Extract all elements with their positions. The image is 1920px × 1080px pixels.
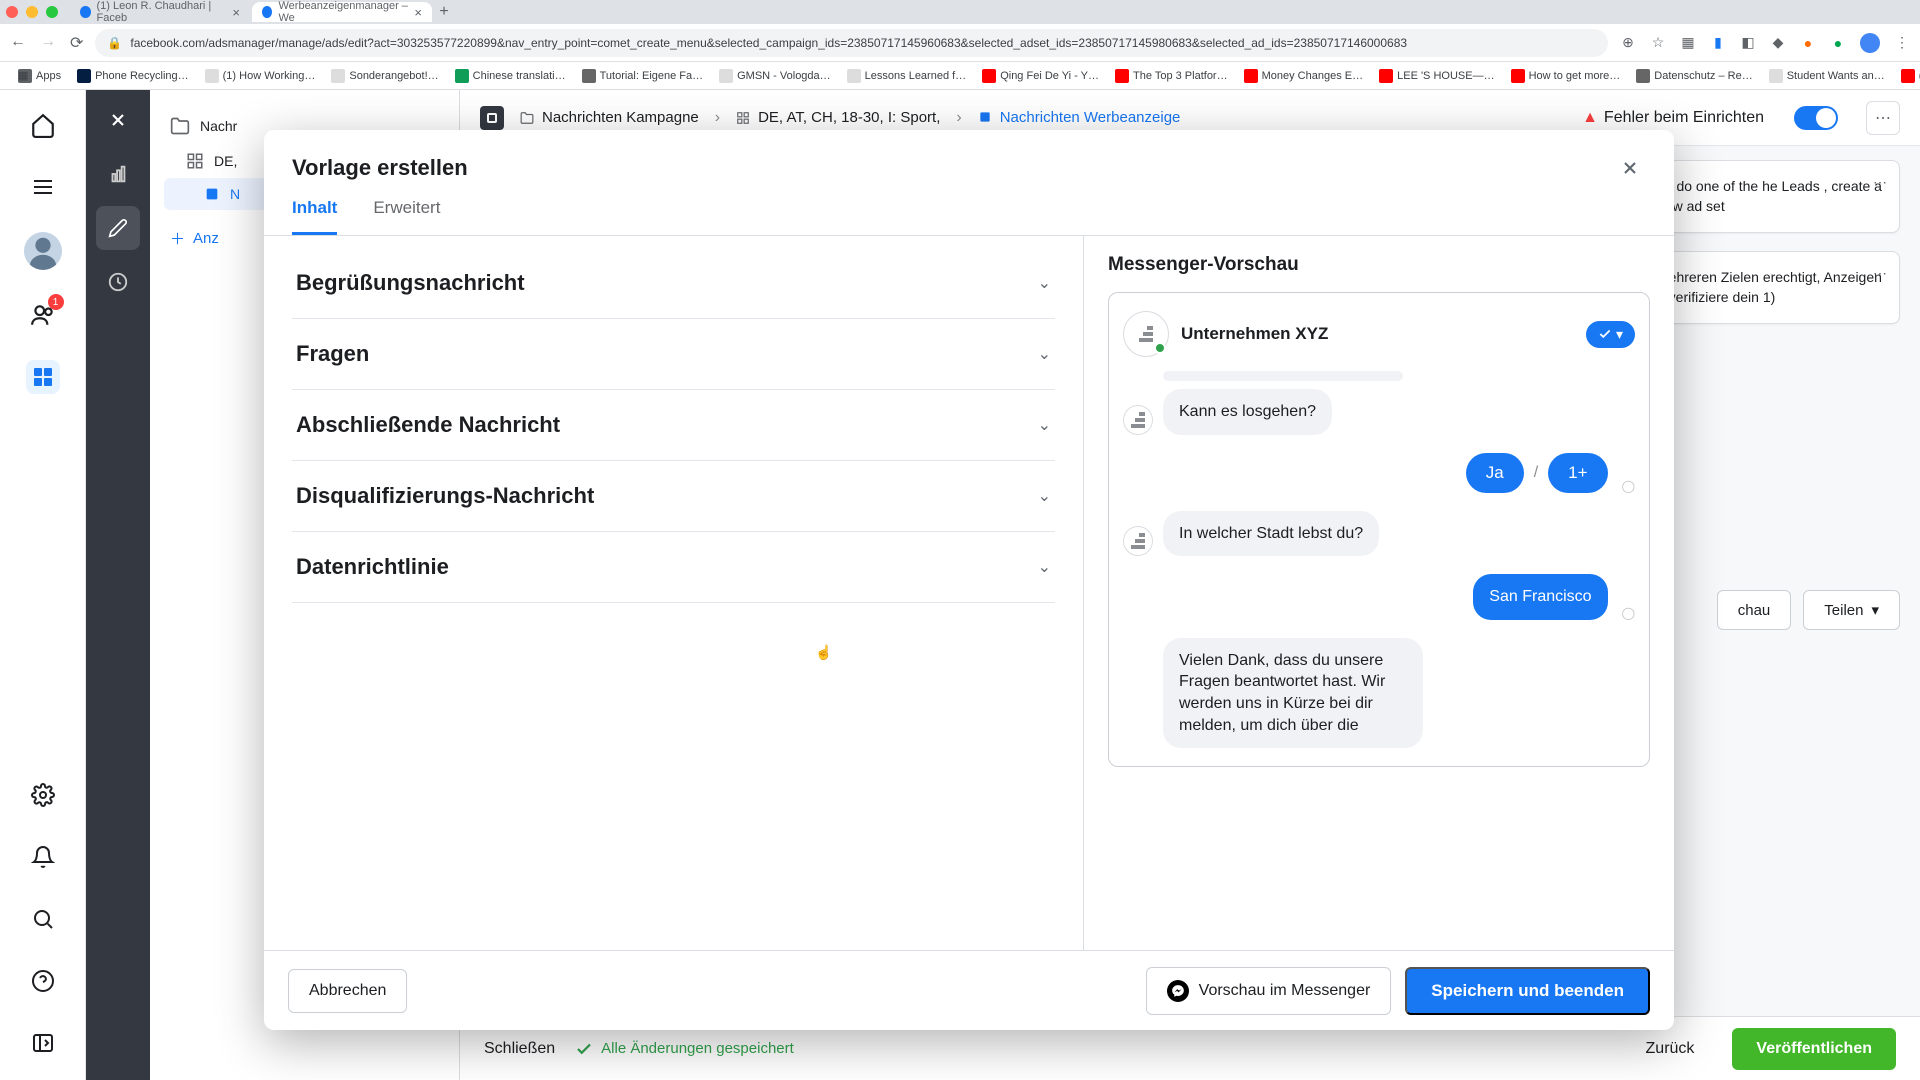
template-modal: Vorlage erstellen Inhalt Erweitert Begrü… xyxy=(264,130,1674,1030)
close-icon[interactable]: × xyxy=(414,5,422,20)
bookmark-item[interactable]: (2) How To Add A… xyxy=(1895,67,1920,85)
bookmark-item[interactable]: Sonderangebot!… xyxy=(325,67,444,85)
star-icon[interactable]: ☆ xyxy=(1650,35,1666,51)
message-bubble: Vielen Dank, dass du unsere Fragen beant… xyxy=(1163,638,1423,748)
online-indicator xyxy=(1154,342,1166,354)
nav-buttons: ← → ⟳ xyxy=(10,33,83,53)
chevron-down-icon: ⌄ xyxy=(1038,273,1051,293)
messenger-preview-card: Unternehmen XYZ ▾ Kann es losgehen? xyxy=(1108,292,1650,767)
incoming-message: Vielen Dank, dass du unsere Fragen beant… xyxy=(1123,638,1635,748)
modal-tabs: Inhalt Erweitert xyxy=(264,184,1674,236)
back-icon[interactable]: ← xyxy=(10,33,26,53)
lock-icon: 🔒 xyxy=(107,36,122,50)
quick-reply-row: Ja / 1+ ◯ xyxy=(1123,453,1635,493)
close-icon[interactable] xyxy=(1614,152,1646,184)
reload-icon[interactable]: ⟳ xyxy=(70,33,83,53)
bookmark-item[interactable]: The Top 3 Platfor… xyxy=(1109,67,1234,85)
done-badge: ▾ xyxy=(1586,321,1635,348)
accordion-disqualification[interactable]: Disqualifizierungs-Nachricht ⌄ xyxy=(292,461,1055,532)
company-avatar-small xyxy=(1123,526,1153,556)
extension-icon[interactable]: ▮ xyxy=(1710,35,1726,51)
messenger-icon xyxy=(1167,980,1189,1002)
bookmark-item[interactable]: Student Wants an… xyxy=(1763,67,1891,85)
chevron-down-icon: ⌄ xyxy=(1038,557,1051,577)
forward-icon[interactable]: → xyxy=(40,33,56,53)
incoming-message: In welcher Stadt lebst du? xyxy=(1123,511,1635,557)
reply-separator: / xyxy=(1534,464,1538,482)
extension-icon[interactable]: ▦ xyxy=(1680,35,1696,51)
tab-title: Werbeanzeigenmanager – We xyxy=(278,0,408,24)
message-bubble: Kann es losgehen? xyxy=(1163,389,1332,435)
extension-icon[interactable]: ◧ xyxy=(1740,35,1756,51)
building-icon xyxy=(1139,326,1153,342)
quick-reply-yes[interactable]: Ja xyxy=(1466,453,1524,493)
address-bar[interactable]: 🔒 facebook.com/adsmanager/manage/ads/edi… xyxy=(95,29,1608,57)
bookmark-item[interactable]: Lessons Learned f… xyxy=(841,67,973,85)
sent-icon: ◯ xyxy=(1622,606,1635,620)
bookmark-item[interactable]: LEE 'S HOUSE—… xyxy=(1373,67,1500,85)
modal-footer: Abbrechen Vorschau im Messenger Speicher… xyxy=(264,950,1674,1030)
url-text: facebook.com/adsmanager/manage/ads/edit?… xyxy=(130,36,1407,50)
message-bubble: In welcher Stadt lebst du? xyxy=(1163,511,1379,557)
accordion-privacy[interactable]: Datenrichtlinie ⌄ xyxy=(292,532,1055,603)
bookmark-item[interactable]: Qing Fei De Yi - Y… xyxy=(976,67,1105,85)
extension-icon[interactable]: ● xyxy=(1800,35,1816,51)
bookmarks-bar: ▦Apps Phone Recycling… (1) How Working… … xyxy=(0,62,1920,90)
toolbar-right: ⊕ ☆ ▦ ▮ ◧ ◆ ● ● ⋮ xyxy=(1620,33,1910,53)
browser-tab-strip: (1) Leon R. Chaudhari | Faceb × Werbeanz… xyxy=(0,0,1920,24)
tab-advanced[interactable]: Erweitert xyxy=(373,198,440,235)
bookmark-item[interactable]: Datenschutz – Re… xyxy=(1630,67,1758,85)
save-and-finish-button[interactable]: Speichern und beenden xyxy=(1405,967,1650,1015)
cancel-button[interactable]: Abbrechen xyxy=(288,969,407,1013)
facebook-favicon xyxy=(262,6,272,18)
company-avatar-small xyxy=(1123,405,1153,435)
messenger-preview-panel: Messenger-Vorschau Unternehmen XYZ ▾ xyxy=(1084,236,1674,950)
accordion-panel: Begrüßungsnachricht ⌄ Fragen ⌄ Abschließ… xyxy=(264,236,1084,950)
tab-title: (1) Leon R. Chaudhari | Faceb xyxy=(97,0,227,24)
tab-content[interactable]: Inhalt xyxy=(292,198,337,235)
modal-title: Vorlage erstellen xyxy=(292,155,468,181)
browser-tab-1[interactable]: Werbeanzeigenmanager – We × xyxy=(252,2,432,22)
message-stub xyxy=(1163,371,1403,381)
close-icon[interactable]: × xyxy=(232,5,240,20)
window-close-dot[interactable] xyxy=(6,6,18,18)
window-max-dot[interactable] xyxy=(46,6,58,18)
new-tab-button[interactable]: + xyxy=(434,3,454,21)
bookmark-item[interactable]: (1) How Working… xyxy=(199,67,322,85)
chevron-down-icon: ⌄ xyxy=(1038,344,1051,364)
bookmark-item[interactable]: Chinese translati… xyxy=(449,67,572,85)
extension-icon[interactable]: ● xyxy=(1830,35,1846,51)
bookmark-item[interactable]: GMSN - Vologda… xyxy=(713,67,837,85)
facebook-favicon xyxy=(80,6,91,18)
chevron-down-icon: ⌄ xyxy=(1038,415,1051,435)
accordion-questions[interactable]: Fragen ⌄ xyxy=(292,319,1055,390)
preview-in-messenger-button[interactable]: Vorschau im Messenger xyxy=(1146,967,1392,1015)
outgoing-message: San Francisco ◯ xyxy=(1123,574,1635,620)
bookmark-item[interactable]: Phone Recycling… xyxy=(71,67,195,85)
quick-reply-oneplus[interactable]: 1+ xyxy=(1548,453,1607,493)
chevron-down-icon: ⌄ xyxy=(1038,486,1051,506)
browser-toolbar: ← → ⟳ 🔒 facebook.com/adsmanager/manage/a… xyxy=(0,24,1920,62)
zoom-icon[interactable]: ⊕ xyxy=(1620,35,1636,51)
company-avatar xyxy=(1123,311,1169,357)
accordion-greeting[interactable]: Begrüßungsnachricht ⌄ xyxy=(292,248,1055,319)
window-min-dot[interactable] xyxy=(26,6,38,18)
incoming-message: Kann es losgehen? xyxy=(1123,389,1635,435)
bookmark-item[interactable]: Tutorial: Eigene Fa… xyxy=(576,67,710,85)
accordion-completion[interactable]: Abschließende Nachricht ⌄ xyxy=(292,390,1055,461)
window-controls xyxy=(6,6,58,18)
extension-icon[interactable]: ◆ xyxy=(1770,35,1786,51)
company-name: Unternehmen XYZ xyxy=(1181,324,1328,344)
bookmark-item[interactable]: Money Changes E… xyxy=(1238,67,1370,85)
chevron-down-icon: ▾ xyxy=(1616,326,1623,343)
bookmark-item[interactable]: How to get more… xyxy=(1505,67,1627,85)
message-bubble-user: San Francisco xyxy=(1473,574,1607,620)
avatar-icon[interactable] xyxy=(1860,33,1880,53)
sent-icon: ◯ xyxy=(1622,479,1635,493)
menu-icon[interactable]: ⋮ xyxy=(1894,35,1910,51)
apps-button[interactable]: ▦Apps xyxy=(12,67,67,85)
browser-tab-0[interactable]: (1) Leon R. Chaudhari | Faceb × xyxy=(70,2,250,22)
preview-title: Messenger-Vorschau xyxy=(1108,254,1650,276)
